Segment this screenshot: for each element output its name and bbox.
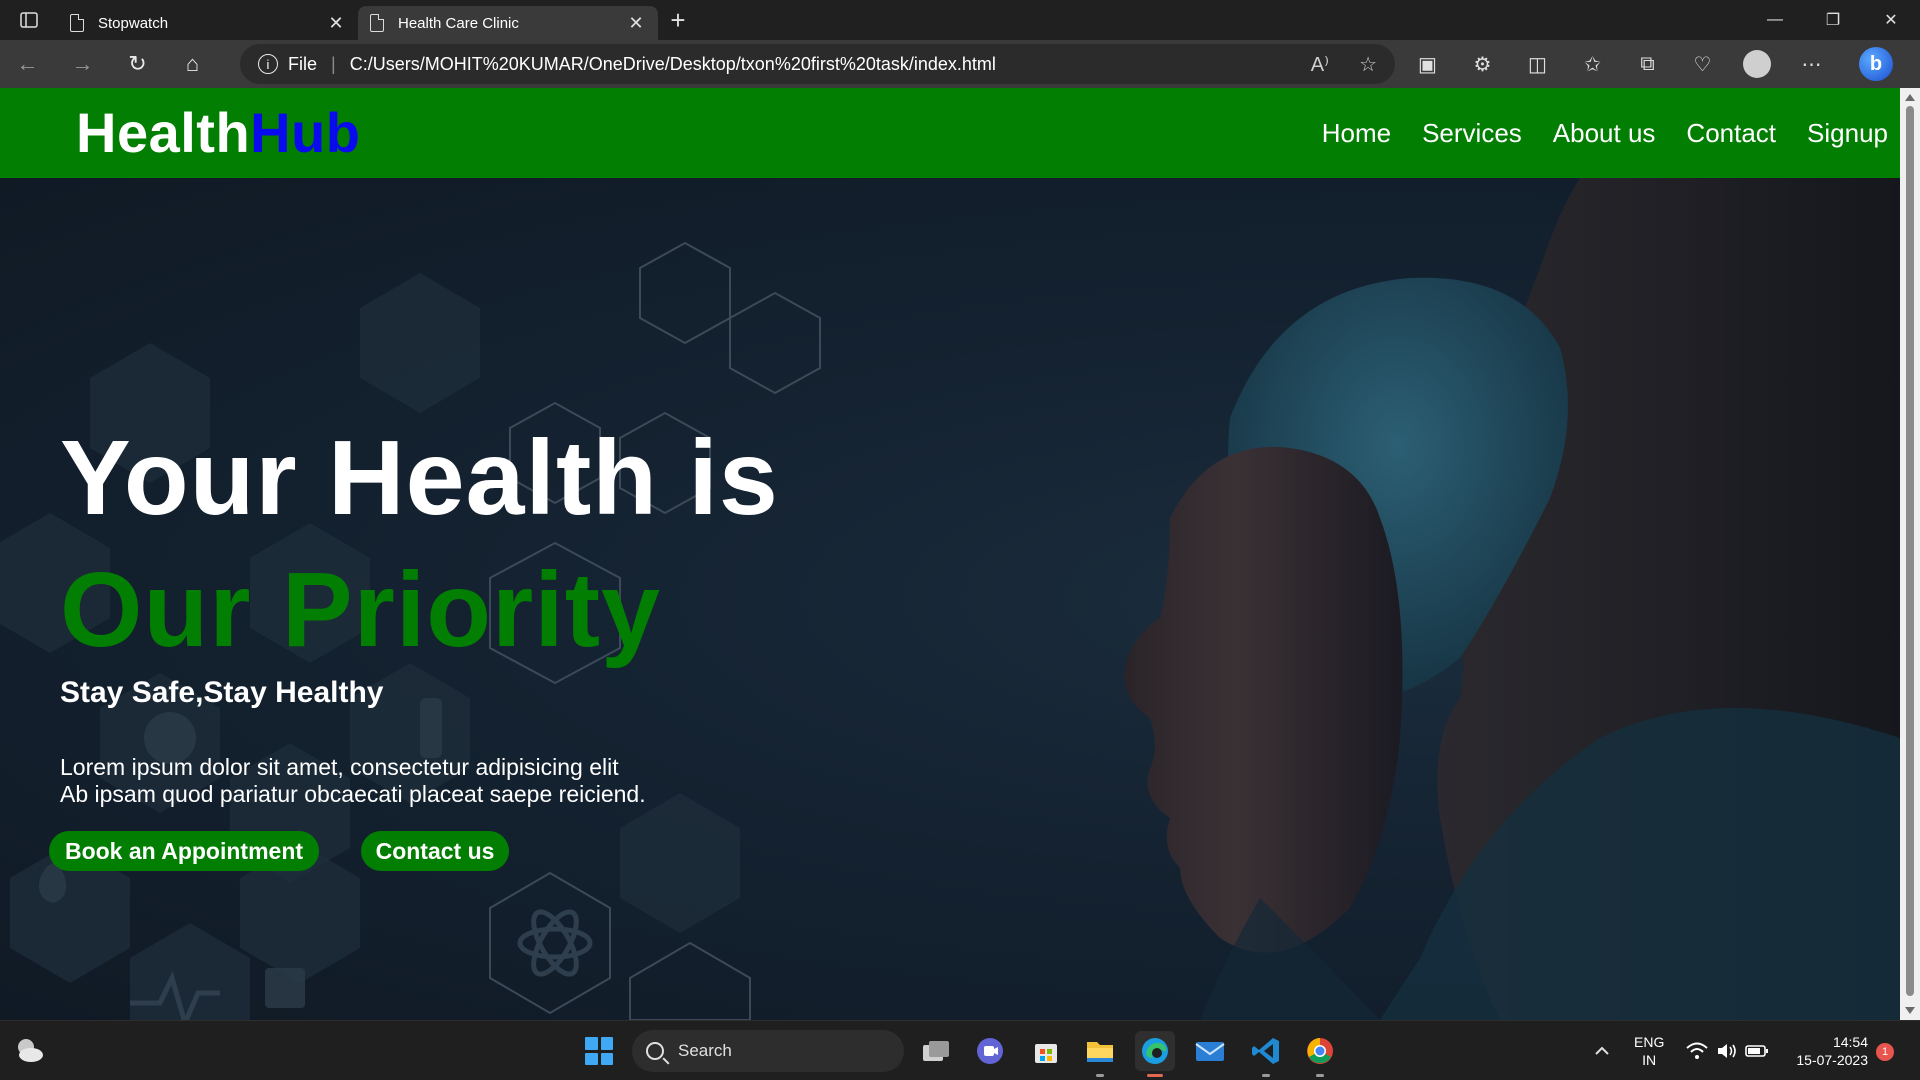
hero-title-line1: Your Health is xyxy=(60,419,779,537)
weather-cloud-icon[interactable] xyxy=(14,1037,44,1063)
language-code: ENG xyxy=(1634,1034,1665,1050)
clock-time: 14:54 xyxy=(1832,1034,1868,1050)
back-button[interactable]: ← xyxy=(0,44,55,84)
start-windows-icon[interactable] xyxy=(582,1034,616,1068)
nav-services[interactable]: Services xyxy=(1422,118,1522,149)
copilot-icon[interactable]: b xyxy=(1859,47,1893,81)
medical-staff-photo xyxy=(1124,178,1900,1020)
more-menu-icon[interactable]: ⋯ xyxy=(1784,44,1839,84)
scheme-label: File xyxy=(288,53,318,74)
search-icon xyxy=(646,1042,664,1060)
page-icon xyxy=(70,14,84,32)
new-tab-button[interactable]: + xyxy=(658,0,698,40)
restore-button[interactable]: ❐ xyxy=(1804,0,1862,40)
divider: | xyxy=(331,53,336,74)
close-icon[interactable]: ✕ xyxy=(326,13,346,34)
read-aloud-icon[interactable]: A⁾ xyxy=(1311,52,1329,77)
language-indicator[interactable]: ENG IN xyxy=(1634,1033,1664,1069)
site-logo[interactable]: HealthHub xyxy=(76,100,361,165)
running-indicator xyxy=(1262,1074,1270,1077)
page-icon xyxy=(370,14,384,32)
hero-description-line2: Ab ipsam quod pariatur obcaecati placeat… xyxy=(60,781,646,807)
file-explorer-icon[interactable] xyxy=(1080,1031,1120,1077)
info-icon[interactable]: i xyxy=(258,54,278,74)
nav-contact[interactable]: Contact xyxy=(1686,118,1776,149)
tab-title: Stopwatch xyxy=(98,14,169,32)
tab-health-care-clinic[interactable]: Health Care Clinic ✕ xyxy=(358,6,658,40)
scrollbar-thumb[interactable] xyxy=(1906,106,1914,996)
browser-tab-bar: Stopwatch ✕ Health Care Clinic ✕ + — ❐ ✕ xyxy=(0,0,1920,40)
chrome-icon[interactable] xyxy=(1300,1031,1340,1077)
mail-icon[interactable] xyxy=(1190,1031,1230,1071)
favorites-icon[interactable]: ✩ xyxy=(1565,44,1620,84)
home-button[interactable]: ⌂ xyxy=(165,44,220,84)
tab-title: Health Care Clinic xyxy=(398,14,519,32)
notification-badge[interactable]: 1 xyxy=(1876,1043,1894,1061)
taskbar-search[interactable]: Search xyxy=(632,1030,904,1072)
running-indicator xyxy=(1096,1074,1104,1077)
microsoft-store-icon[interactable] xyxy=(1026,1031,1066,1071)
edge-browser-icon[interactable] xyxy=(1135,1031,1175,1077)
book-appointment-button[interactable]: Book an Appointment xyxy=(49,831,319,871)
search-placeholder: Search xyxy=(678,1041,732,1060)
favorite-star-icon[interactable]: ☆ xyxy=(1359,52,1377,77)
nav-signup[interactable]: Signup xyxy=(1807,118,1888,149)
clock-date: 15-07-2023 xyxy=(1796,1052,1868,1068)
nav-links: Home Services About us Contact Signup xyxy=(1322,88,1888,178)
hero-subtitle: Stay Safe,Stay Healthy xyxy=(60,676,384,709)
logo-part1: Health xyxy=(76,101,251,164)
extensions-icon[interactable]: ⚙ xyxy=(1455,44,1510,84)
split-screen-icon[interactable]: ◫ xyxy=(1510,44,1565,84)
close-window-button[interactable]: ✕ xyxy=(1862,0,1920,40)
tab-actions-icon[interactable] xyxy=(0,0,58,40)
hero-section: Your Health is Our Priority Stay Safe,St… xyxy=(0,178,1900,1020)
minimize-button[interactable]: — xyxy=(1746,0,1804,40)
extension-app-icon[interactable]: ▣ xyxy=(1400,44,1455,84)
logo-part2: Hub xyxy=(250,101,361,164)
windows-taskbar: Search ENG IN 14:54 15-07-2023 1 xyxy=(0,1020,1920,1080)
active-indicator xyxy=(1147,1074,1163,1077)
region-code: IN xyxy=(1642,1052,1657,1068)
running-indicator xyxy=(1316,1074,1324,1077)
page-scrollbar[interactable] xyxy=(1900,88,1920,1020)
tab-stopwatch[interactable]: Stopwatch ✕ xyxy=(58,6,358,40)
chevron-up-icon[interactable] xyxy=(1582,1031,1622,1071)
page-viewport: HealthHub Home Services About us Contact… xyxy=(0,88,1900,1020)
profile-avatar[interactable] xyxy=(1743,50,1771,78)
hero-description-line1: Lorem ipsum dolor sit amet, consectetur … xyxy=(60,754,619,780)
scroll-up-icon[interactable] xyxy=(1905,94,1915,101)
browser-essentials-icon[interactable]: ♡ xyxy=(1675,44,1730,84)
address-bar[interactable]: i File | C:/Users/MOHIT%20KUMAR/OneDrive… xyxy=(240,44,1395,84)
close-icon[interactable]: ✕ xyxy=(626,13,646,34)
battery-icon[interactable] xyxy=(1737,1031,1777,1071)
vs-code-icon[interactable] xyxy=(1246,1031,1286,1077)
browser-toolbar: ← → ↻ ⌂ i File | C:/Users/MOHIT%20KUMAR/… xyxy=(0,40,1920,88)
url-text[interactable]: C:/Users/MOHIT%20KUMAR/OneDrive/Desktop/… xyxy=(350,54,996,75)
teams-chat-icon[interactable] xyxy=(970,1031,1010,1071)
scroll-down-icon[interactable] xyxy=(1905,1007,1915,1014)
hero-description: Lorem ipsum dolor sit amet, consectetur … xyxy=(60,754,646,808)
collections-icon[interactable]: ⧉ xyxy=(1620,44,1675,84)
system-clock[interactable]: 14:54 15-07-2023 xyxy=(1786,1033,1868,1069)
refresh-button[interactable]: ↻ xyxy=(110,44,165,84)
nav-home[interactable]: Home xyxy=(1322,118,1391,149)
window-controls: — ❐ ✕ xyxy=(1746,0,1920,40)
forward-button[interactable]: → xyxy=(55,44,110,84)
nav-about-us[interactable]: About us xyxy=(1553,118,1656,149)
site-navbar: HealthHub Home Services About us Contact… xyxy=(0,88,1900,178)
contact-us-button[interactable]: Contact us xyxy=(361,831,509,871)
hero-title-line2: Our Priority xyxy=(60,551,662,669)
task-view-icon[interactable] xyxy=(916,1031,956,1071)
